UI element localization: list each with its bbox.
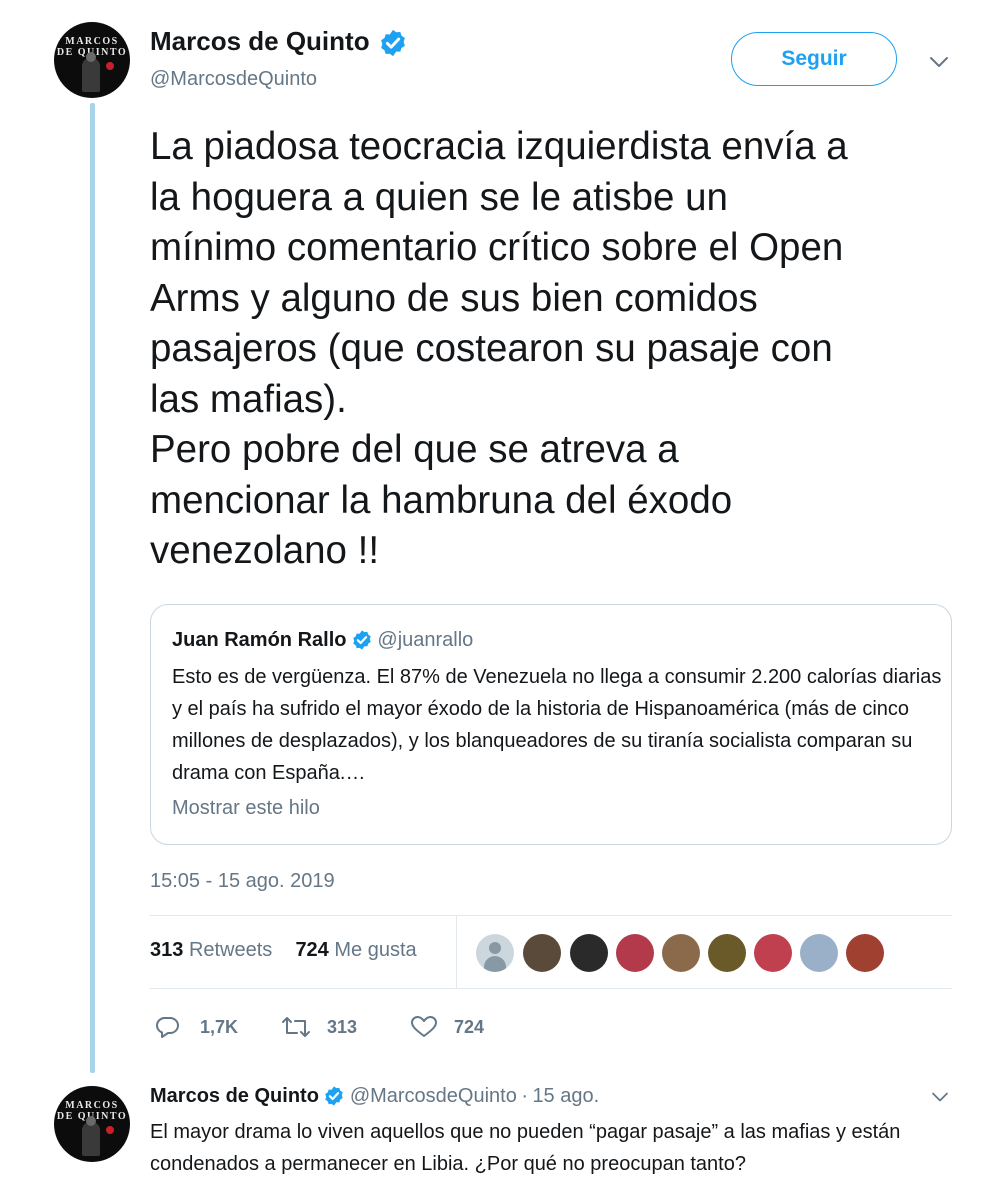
- liker-avatar[interactable]: [616, 934, 654, 972]
- liker-avatar[interactable]: [476, 934, 514, 972]
- chevron-down-icon[interactable]: [928, 54, 950, 70]
- reply-date[interactable]: 15 ago.: [532, 1085, 599, 1107]
- liker-avatar[interactable]: [754, 934, 792, 972]
- reply-action[interactable]: 1,7K: [154, 1013, 238, 1041]
- likes-stat[interactable]: 724 Me gusta: [295, 939, 416, 961]
- author-name-row[interactable]: Marcos de Quinto: [150, 26, 408, 58]
- retweet-action[interactable]: 313: [281, 1013, 357, 1041]
- liker-avatar[interactable]: [846, 934, 884, 972]
- quoted-tweet-card[interactable]: Juan Ramón Rallo @juanrallo Esto es de v…: [150, 604, 952, 845]
- liker-avatar[interactable]: [708, 934, 746, 972]
- reply-author-row: Marcos de Quinto @MarcosdeQuinto · 15 ag…: [150, 1085, 599, 1108]
- author-handle[interactable]: @MarcosdeQuinto: [150, 68, 317, 91]
- divider: [150, 988, 952, 989]
- engagement-stats: 313 Retweets 724 Me gusta: [150, 939, 417, 962]
- liker-avatar[interactable]: [662, 934, 700, 972]
- tweet-timestamp[interactable]: 15:05 - 15 ago. 2019: [150, 870, 335, 893]
- reply-count: 1,7K: [200, 1016, 239, 1037]
- author-name[interactable]: Marcos de Quinto: [150, 26, 370, 56]
- show-thread-link[interactable]: Mostrar este hilo: [172, 797, 320, 820]
- like-action[interactable]: 724: [410, 1013, 484, 1041]
- tweet-text: La piadosa teocracia izquierdista envía …: [150, 125, 848, 572]
- divider: [456, 916, 457, 988]
- separator-dot: ·: [521, 1085, 528, 1107]
- divider: [150, 915, 952, 916]
- reply-author-handle[interactable]: @MarcosdeQuinto: [350, 1085, 517, 1107]
- reply-tweet-text: El mayor drama lo viven aquellos que no …: [150, 1121, 901, 1175]
- chevron-down-icon[interactable]: [930, 1090, 950, 1104]
- heart-icon: [411, 1016, 437, 1037]
- verified-badge-icon: [353, 630, 371, 650]
- liker-avatar[interactable]: [570, 934, 608, 972]
- quoted-author-row: Juan Ramón Rallo @juanrallo: [172, 629, 473, 652]
- thread-line: [90, 103, 95, 1073]
- liker-avatar[interactable]: [800, 934, 838, 972]
- reply-author-avatar[interactable]: MARCOS DE QUINTO: [54, 1086, 130, 1162]
- reply-author-name[interactable]: Marcos de Quinto: [150, 1085, 319, 1107]
- author-avatar[interactable]: MARCOS DE QUINTO: [54, 22, 130, 98]
- retweet-icon: [282, 1017, 310, 1037]
- verified-badge-icon: [381, 29, 405, 56]
- retweet-count: 313: [327, 1016, 358, 1037]
- reply-icon: [155, 1017, 179, 1038]
- quoted-tweet-text: Esto es de vergüenza. El 87% de Venezuel…: [172, 666, 942, 784]
- liker-avatar[interactable]: [523, 934, 561, 972]
- like-count: 724: [454, 1016, 485, 1037]
- retweets-stat[interactable]: 313 Retweets: [150, 939, 272, 961]
- follow-button[interactable]: Seguir: [731, 32, 897, 86]
- quoted-author-handle: @juanrallo: [377, 629, 474, 651]
- verified-badge-icon: [325, 1086, 344, 1106]
- quoted-author-name: Juan Ramón Rallo: [172, 629, 347, 651]
